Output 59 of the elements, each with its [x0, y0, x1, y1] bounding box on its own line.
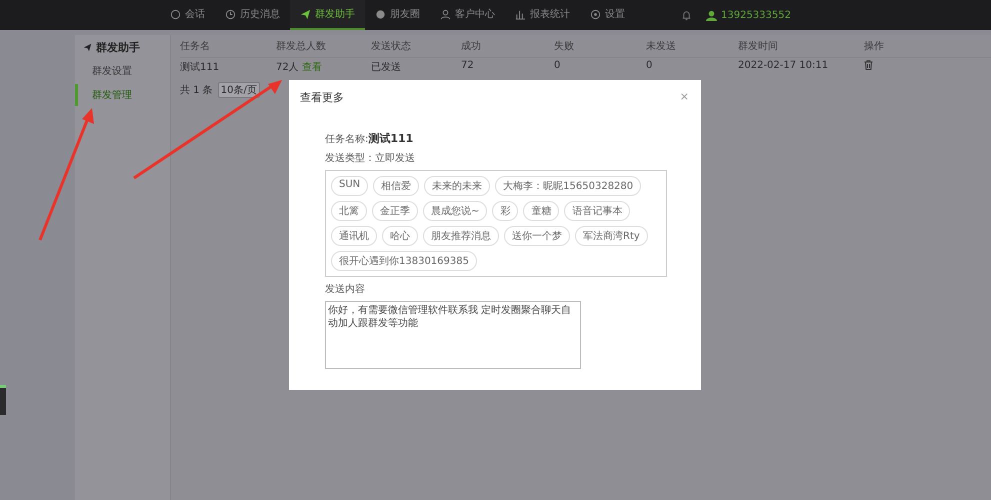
- sidebar-title: 群发助手: [75, 35, 170, 58]
- table-cell-text: 已发送: [371, 61, 402, 74]
- column-header: 发送状态: [371, 40, 412, 53]
- task-name: 任务名称:测试111: [325, 131, 414, 146]
- column-header: 群发时间: [738, 40, 779, 53]
- recipient-tag: 通讯机: [331, 226, 377, 246]
- paper-plane-icon: [83, 43, 92, 52]
- recipient-tag: 北篱: [331, 201, 367, 221]
- nav-tab[interactable]: 设置: [580, 0, 635, 30]
- nav-tab[interactable]: 报表统计: [505, 0, 580, 30]
- recipient-tag: 童糖: [523, 201, 560, 221]
- column-header: 操作: [864, 40, 885, 53]
- modal-title: 查看更多: [300, 90, 344, 105]
- column-header: 成功: [461, 40, 482, 53]
- column-header: 任务名: [180, 40, 211, 53]
- person-icon: [440, 8, 451, 20]
- nav-tab[interactable]: 客户中心: [430, 0, 505, 30]
- recipient-tag: 晨成您说~: [423, 201, 488, 221]
- trash-icon[interactable]: [864, 60, 873, 70]
- recipient-tag: 很开心遇到你13830169385: [331, 251, 477, 271]
- total-count: 共 1 条: [180, 84, 213, 97]
- clock-icon: [225, 8, 236, 20]
- column-header: 失败: [554, 40, 575, 53]
- content-label: 发送内容: [325, 282, 365, 296]
- nav-tab[interactable]: 群发助手: [290, 0, 365, 30]
- sidebar-item[interactable]: 群发设置: [75, 60, 170, 82]
- column-header: 群发总人数: [276, 40, 327, 53]
- send-type: 发送类型：立即发送: [325, 152, 415, 165]
- recipient-tag: 未来的未来: [424, 176, 490, 196]
- nav-tab[interactable]: 会话: [160, 0, 215, 30]
- circle-icon: [375, 8, 386, 20]
- column-header: 未发送: [646, 40, 677, 53]
- paper-plane-icon: [300, 8, 311, 20]
- table-cell-text: 72: [461, 60, 475, 71]
- recipient-tag: 相信爱: [373, 176, 420, 196]
- nav-tab[interactable]: 朋友圈: [365, 0, 430, 30]
- person-icon: [706, 10, 717, 20]
- recipient-tag: 军法商湾Rty: [575, 226, 648, 246]
- table-cell-text: 0: [554, 60, 562, 71]
- table-cell: 72人: [276, 62, 299, 73]
- side-handle[interactable]: [0, 385, 6, 415]
- bell-icon[interactable]: [681, 10, 692, 20]
- recipient-tag: 彩: [492, 201, 518, 221]
- recipient-tag: 大梅李：昵昵15650328280: [495, 176, 642, 196]
- content-textarea[interactable]: 你好，有需要微信管理软件联系我 定时发圈聚合聊天自动加人跟群发等功能: [325, 301, 581, 369]
- table-cell-text: 0: [646, 60, 654, 71]
- recipient-tag: 送你一个梦: [504, 226, 570, 246]
- recipient-tag: SUN: [331, 176, 368, 196]
- recipient-tag: 语音记事本: [564, 201, 630, 221]
- user-account[interactable]: 13925333552: [706, 0, 791, 30]
- recipient-tag: 朋友推荐消息: [423, 226, 499, 246]
- table-cell-text: 2022-02-17 10:11: [738, 60, 830, 71]
- bar-chart-icon: [515, 8, 526, 20]
- table-cell-text: 测试111: [180, 60, 220, 74]
- recipient-tag: 金正季: [372, 201, 418, 221]
- close-button[interactable]: ×: [680, 90, 689, 105]
- page-size-select[interactable]: 10条/页: [218, 82, 260, 98]
- nav-tab[interactable]: 历史消息: [215, 0, 290, 30]
- recipient-tag: 哈心: [382, 226, 418, 246]
